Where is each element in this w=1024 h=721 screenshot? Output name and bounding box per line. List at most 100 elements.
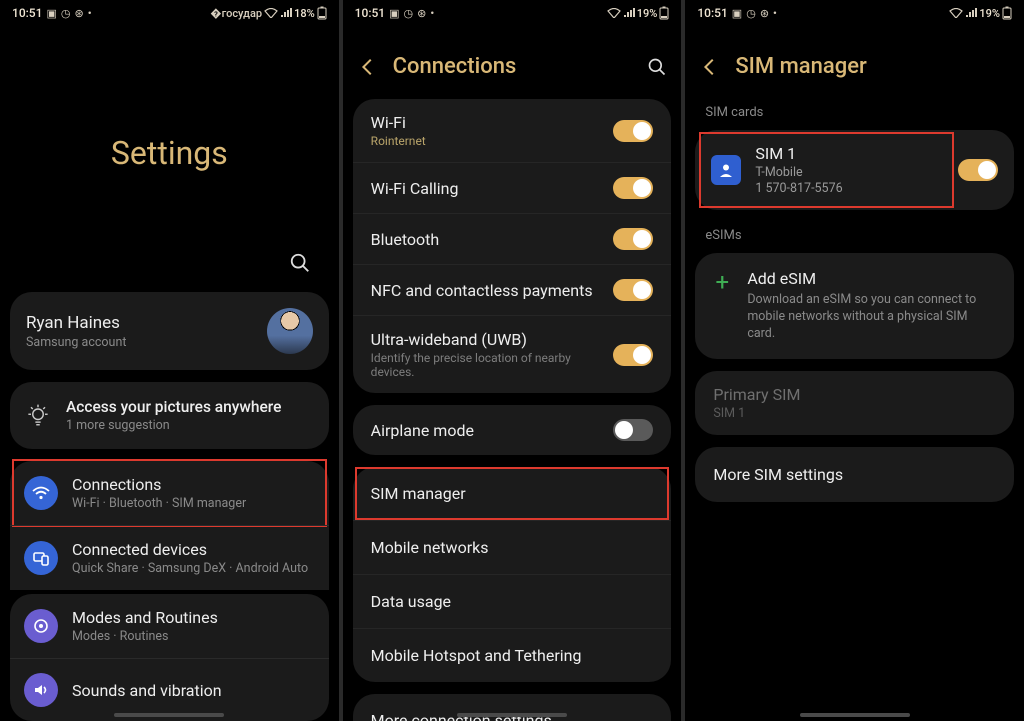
row-title: Ultra-wideband (UWB) [371,330,594,349]
battery-text: 19% [979,7,1000,20]
item-sub: Wi-Fi · Bluetooth · SIM manager [72,496,246,511]
wifi-status-icon [264,8,278,18]
globe-icon: ⊛ [417,7,426,20]
item-title: Sounds and vibration [72,681,222,700]
toggle[interactable] [613,344,653,366]
back-icon[interactable] [699,56,721,78]
phone-sim-manager: 10:51 ▣ ◷ ⊛ • 19% SIM manager SIM cards [685,0,1024,721]
sound-icon [24,673,58,707]
row-mobile-networks[interactable]: Mobile networks [353,520,672,574]
toggle[interactable] [613,228,653,250]
toggle[interactable] [613,177,653,199]
status-time: 10:51 [12,6,42,20]
account-card[interactable]: Ryan Haines Samsung account [10,292,329,370]
row-uwb[interactable]: Ultra-wideband (UWB) Identify the precis… [353,315,672,393]
esim-title: Add eSIM [747,269,998,288]
item-title: Connections [72,475,246,494]
item-title: Connected devices [72,540,308,559]
search-icon[interactable] [647,57,667,77]
row-airplane[interactable]: Airplane mode [353,405,672,455]
row-bluetooth[interactable]: Bluetooth [353,213,672,264]
row-title: NFC and contactless payments [371,281,593,300]
wifi-icon: �государ [210,7,262,20]
row-sub: Rointernet [371,134,426,148]
row-title: Airplane mode [371,421,474,440]
wifi-status-icon [607,8,621,18]
row-wifi-calling[interactable]: Wi-Fi Calling [353,162,672,213]
search-icon[interactable] [289,252,311,274]
row-data-usage[interactable]: Data usage [353,574,672,628]
toggle[interactable] [613,419,653,441]
connections-group-1: Wi-Fi Rointernet Wi-Fi Calling Bluetooth… [353,99,672,393]
item-sub: Modes · Routines [72,629,218,644]
avatar[interactable] [267,308,313,354]
sim-carrier: T-Mobile [755,165,842,180]
settings-list-2: Modes and Routines Modes · Routines Soun… [10,594,329,721]
modes-icon [24,609,58,643]
status-bar: 10:51 ▣ ◷ ⊛ • 19% [685,0,1024,24]
row-title: Wi-Fi Calling [371,179,459,198]
row-nfc[interactable]: NFC and contactless payments [353,264,672,315]
globe-icon: ⊛ [74,7,83,20]
toggle[interactable] [613,120,653,142]
row-title: SIM manager [371,484,466,503]
nav-handle[interactable] [800,713,910,717]
add-esim-item[interactable]: + Add eSIM Download an eSIM so you can c… [695,253,1014,359]
battery-icon [317,6,327,20]
row-title: Mobile Hotspot and Tethering [371,646,582,665]
clock-icon: ◷ [404,7,414,20]
item-sub: Quick Share · Samsung DeX · Android Auto [72,561,308,576]
battery-text: 19% [637,7,658,20]
account-name: Ryan Haines [26,313,126,333]
status-bar: 10:51 ▣ ◷ ⊛ • �государ 18% [0,0,339,24]
row-wifi[interactable]: Wi-Fi Rointernet [353,99,672,162]
primary-title: Primary SIM [713,385,996,404]
toggle[interactable] [613,279,653,301]
status-time: 10:51 [697,6,727,20]
settings-item-connections[interactable]: Connections Wi-Fi · Bluetooth · SIM mana… [10,461,329,525]
wifi-icon [24,476,58,510]
sim-card-item[interactable]: SIM 1 T-Mobile 1 570-817-5576 [695,130,1014,210]
status-bar: 10:51 ▣ ◷ ⊛ • 19% [343,0,682,24]
row-title: Mobile networks [371,538,489,557]
settings-item-modes[interactable]: Modes and Routines Modes · Routines [10,594,329,658]
connections-group-3: SIM manager Mobile networks Data usage M… [353,467,672,682]
toggle[interactable] [958,159,998,181]
settings-item-connected-devices[interactable]: Connected devices Quick Share · Samsung … [10,525,329,590]
dot-icon: • [88,7,92,20]
battery-icon [659,6,669,20]
tip-sub: 1 more suggestion [66,418,281,433]
section-sim-cards: SIM cards [685,99,1024,130]
row-title: More SIM settings [695,447,1014,502]
nav-handle[interactable] [457,713,567,717]
connections-group-airplane: Airplane mode [353,405,672,455]
tip-card[interactable]: Access your pictures anywhere 1 more sug… [10,382,329,449]
clock-icon: ◷ [746,7,756,20]
signal-icon [280,8,292,18]
dot-icon: • [430,7,434,20]
settings-item-sounds[interactable]: Sounds and vibration [10,658,329,721]
image-icon: ▣ [732,7,742,20]
more-sim-settings[interactable]: More SIM settings [695,447,1014,502]
section-esims: eSIMs [685,222,1024,253]
phone-settings: 10:51 ▣ ◷ ⊛ • �государ 18% Settings [0,0,339,721]
plus-icon: + [711,270,733,294]
globe-icon: ⊛ [760,7,769,20]
primary-sim-item: Primary SIM SIM 1 [695,371,1014,435]
row-hotspot[interactable]: Mobile Hotspot and Tethering [353,628,672,682]
item-title: Modes and Routines [72,608,218,627]
tip-title: Access your pictures anywhere [66,398,281,416]
page-title: SIM manager [735,54,1010,79]
row-title: Wi-Fi [371,113,426,132]
account-sub: Samsung account [26,335,126,350]
page-title: Settings [0,134,339,172]
battery-text: 18% [294,7,315,20]
dot-icon: • [773,7,777,20]
back-icon[interactable] [357,56,379,78]
signal-icon [965,8,977,18]
row-title: Bluetooth [371,230,440,249]
settings-list: Connections Wi-Fi · Bluetooth · SIM mana… [10,461,329,590]
primary-sub: SIM 1 [713,406,996,421]
nav-handle[interactable] [114,713,224,717]
row-sim-manager[interactable]: SIM manager [353,467,672,520]
